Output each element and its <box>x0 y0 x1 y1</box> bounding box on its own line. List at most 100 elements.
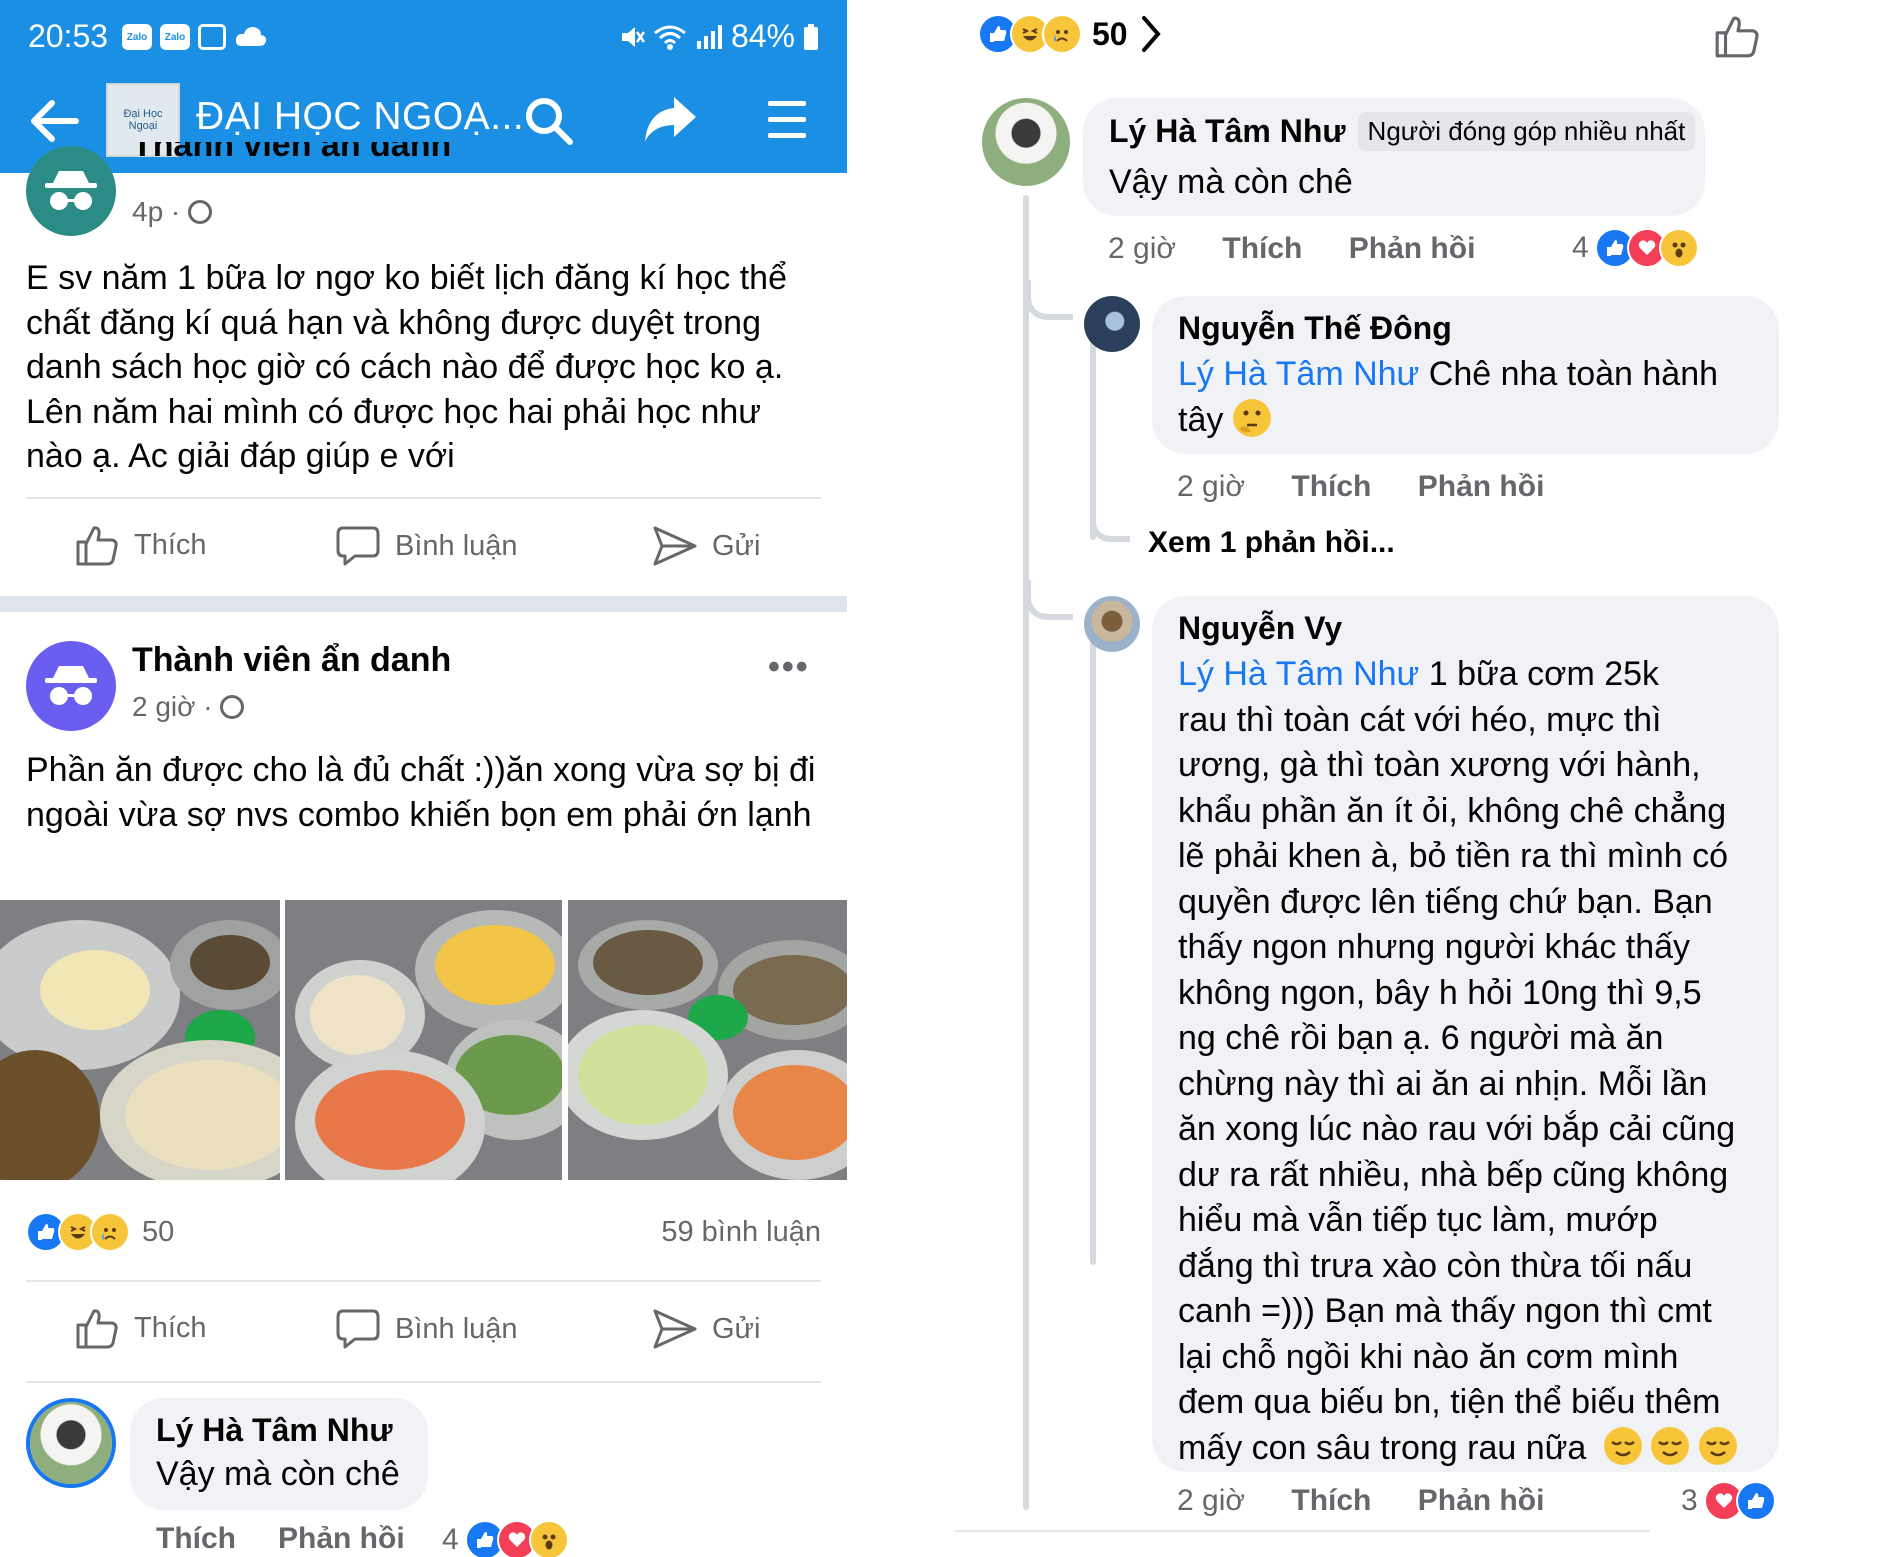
reaction-icons <box>26 1212 130 1252</box>
reply2-reaction-count: 3 <box>1681 1484 1698 1517</box>
reply2-mention[interactable]: Lý Hà Tâm Như <box>1178 655 1419 693</box>
comment1-bubble[interactable]: Lý Hà Tâm Như Người đóng góp nhiều nhất … <box>1083 98 1705 216</box>
reply1-text-line2: tây <box>1178 400 1224 439</box>
reply1-name[interactable]: Nguyễn Thế Đông <box>1178 310 1452 347</box>
comment-icon <box>336 1309 380 1349</box>
reply1-bubble[interactable]: Nguyễn Thế Đông Lý Hà Tâm Như Chê nha to… <box>1152 296 1779 454</box>
comment1-reactions[interactable]: 4 <box>1572 228 1699 268</box>
comment1-name[interactable]: Lý Hà Tâm Như <box>1109 113 1346 150</box>
like-icon[interactable] <box>1713 12 1761 60</box>
commenter-avatar[interactable] <box>982 98 1070 186</box>
reply2-name[interactable]: Nguyễn Vy <box>1178 610 1342 647</box>
divider <box>955 1530 1650 1532</box>
anonymous-avatar-icon[interactable] <box>26 641 116 731</box>
reply2-bubble[interactable]: Nguyễn Vy Lý Hà Tâm Như 1 bữa cơm 25k ra… <box>1152 596 1779 1472</box>
reply2-avatar[interactable] <box>1084 596 1140 652</box>
left-comment-reply[interactable]: Phản hồi <box>278 1522 405 1556</box>
top-contributor-badge: Người đóng góp nhiều nhất <box>1357 112 1696 151</box>
post2-reactions-summary[interactable]: 50 <box>26 1212 174 1252</box>
reply2-reply[interactable]: Phản hồi <box>1418 1484 1545 1517</box>
reply2-line: khẩu phần ăn ít ỏi, không chê chẳng <box>1178 791 1727 830</box>
post2-photo-3[interactable] <box>568 900 847 1180</box>
commenter-avatar[interactable] <box>26 1398 116 1488</box>
wow-reaction-icon <box>528 1520 569 1557</box>
post1-comment-button[interactable]: Bình luận <box>335 524 518 568</box>
reply2-line: chừng này thì ai ăn ai nhịn. Mỗi lần <box>1178 1064 1708 1103</box>
post1-send-label: Gửi <box>712 529 761 562</box>
cloud-icon <box>235 27 267 46</box>
status-indicators: 84% <box>619 18 819 55</box>
reply2-line: đem qua biếu bn, tiện thể biếu thêm <box>1178 1383 1721 1421</box>
post2-author[interactable]: Thành viên ẩn danh <box>132 641 451 680</box>
relieved-emoji-icon <box>1698 1426 1737 1465</box>
thinking-emoji-icon <box>1232 398 1271 437</box>
left-comment-like[interactable]: Thích <box>156 1522 236 1556</box>
send-icon <box>653 526 697 566</box>
menu-icon[interactable] <box>765 97 809 143</box>
thread-connector <box>1090 500 1130 542</box>
reply2-reactions[interactable]: 3 <box>1681 1481 1776 1521</box>
reply2-line: dư ra rất nhiều, nhà bếp cũng không <box>1178 1155 1729 1194</box>
like-reaction-icon <box>1735 1481 1776 1521</box>
post2-time[interactable]: 2 giờ <box>132 691 196 722</box>
view-more-replies-link[interactable]: Xem 1 phản hồi... <box>1148 526 1395 560</box>
post1-time[interactable]: 4p <box>132 196 163 227</box>
reply1-time[interactable]: 2 giờ <box>1177 470 1245 503</box>
post2-send-button[interactable]: Gửi <box>652 1307 760 1351</box>
post2-photo-1[interactable] <box>0 900 280 1180</box>
comment1-text: Vậy mà còn chê <box>1109 163 1353 201</box>
reply2-line: ương, gà thì toàn xương với hành, <box>1178 746 1701 784</box>
thread-line <box>1090 640 1096 1265</box>
search-icon[interactable] <box>523 95 575 147</box>
post2-comment-count[interactable]: 59 bình luận <box>661 1216 821 1249</box>
post1-comment-label: Bình luận <box>395 529 518 562</box>
reply1-reply[interactable]: Phản hồi <box>1418 470 1545 503</box>
more-options-icon[interactable]: ••• <box>768 648 810 687</box>
post1-like-button[interactable]: Thích <box>74 522 207 568</box>
relieved-emoji-icon <box>1603 1426 1642 1465</box>
post-reactions-summary[interactable]: 50 <box>978 14 1164 54</box>
divider <box>26 497 821 499</box>
comment1-time[interactable]: 2 giờ <box>1108 232 1176 265</box>
reaction-icons <box>464 1520 569 1557</box>
reply2-meta: 2 giờ Thích Phản hồi <box>1177 1484 1544 1518</box>
left-screenshot-panel: 20:53 Zalo Zalo 84% Đại Học Ngoại ĐẠI HỌ… <box>0 0 847 1557</box>
zalo-icon: Zalo <box>122 24 152 50</box>
thread-connector <box>1025 280 1073 320</box>
post2-photo-2[interactable] <box>285 900 562 1180</box>
comment1-reply[interactable]: Phản hồi <box>1349 232 1476 265</box>
reply1-mention[interactable]: Lý Hà Tâm Như <box>1178 355 1419 393</box>
reply2-line: canh =))) Bạn mà thấy ngon thì cmt <box>1178 1292 1712 1330</box>
divider <box>26 1381 821 1383</box>
post2-meta: 2 giờ · <box>132 691 245 723</box>
reply1-text-line1: Chê nha toàn hành <box>1419 355 1719 393</box>
reaction-icons <box>1594 228 1699 268</box>
reply2-like[interactable]: Thích <box>1291 1484 1371 1517</box>
share-icon[interactable] <box>642 93 698 145</box>
reply2-time[interactable]: 2 giờ <box>1177 1484 1245 1517</box>
post1-author[interactable]: Thành viên ẩn danh <box>132 142 552 165</box>
left-comment-bubble[interactable]: Lý Hà Tâm Như Vậy mà còn chê <box>130 1398 428 1510</box>
wifi-icon <box>654 25 686 50</box>
post2-like-button[interactable]: Thích <box>74 1305 207 1351</box>
post2-text: Phần ăn được cho là đủ chất :))ăn xong v… <box>26 751 816 834</box>
battery-percent: 84% <box>730 18 795 54</box>
post1-text: E sv năm 1 bữa lơ ngơ ko biết lịch đăng … <box>26 259 787 475</box>
anonymous-avatar-icon[interactable] <box>26 146 116 236</box>
post1-send-button[interactable]: Gửi <box>652 524 760 568</box>
left-comment-name[interactable]: Lý Hà Tâm Như <box>156 1412 393 1449</box>
left-comment-text: Vậy mà còn chê <box>156 1455 400 1493</box>
left-comment-reactions[interactable]: 4 <box>442 1520 569 1557</box>
right-screenshot-panel: 50 Lý Hà Tâm Như Người đóng góp nhiều nh… <box>847 0 1900 1557</box>
reply2-line: không ngon, bây h hỏi 10ng thì 9,5 <box>1178 973 1702 1012</box>
reply1-like[interactable]: Thích <box>1291 470 1371 503</box>
comment1-like[interactable]: Thích <box>1222 232 1302 265</box>
reply2-line: hiểu mà vẫn tiếp tục làm, mướp <box>1178 1201 1658 1239</box>
post2-comment-button[interactable]: Bình luận <box>335 1307 518 1351</box>
reply1-avatar[interactable] <box>1084 296 1140 352</box>
reply2-line: lại chỗ ngồi khi nào ăn cơm mình <box>1178 1337 1679 1376</box>
post2-comment-label: Bình luận <box>395 1312 518 1345</box>
group-title[interactable]: ĐẠI HỌC NGOẠ... <box>196 95 524 139</box>
comment1-meta: 2 giờ Thích Phản hồi <box>1108 232 1475 266</box>
thread-connector <box>1025 580 1073 620</box>
